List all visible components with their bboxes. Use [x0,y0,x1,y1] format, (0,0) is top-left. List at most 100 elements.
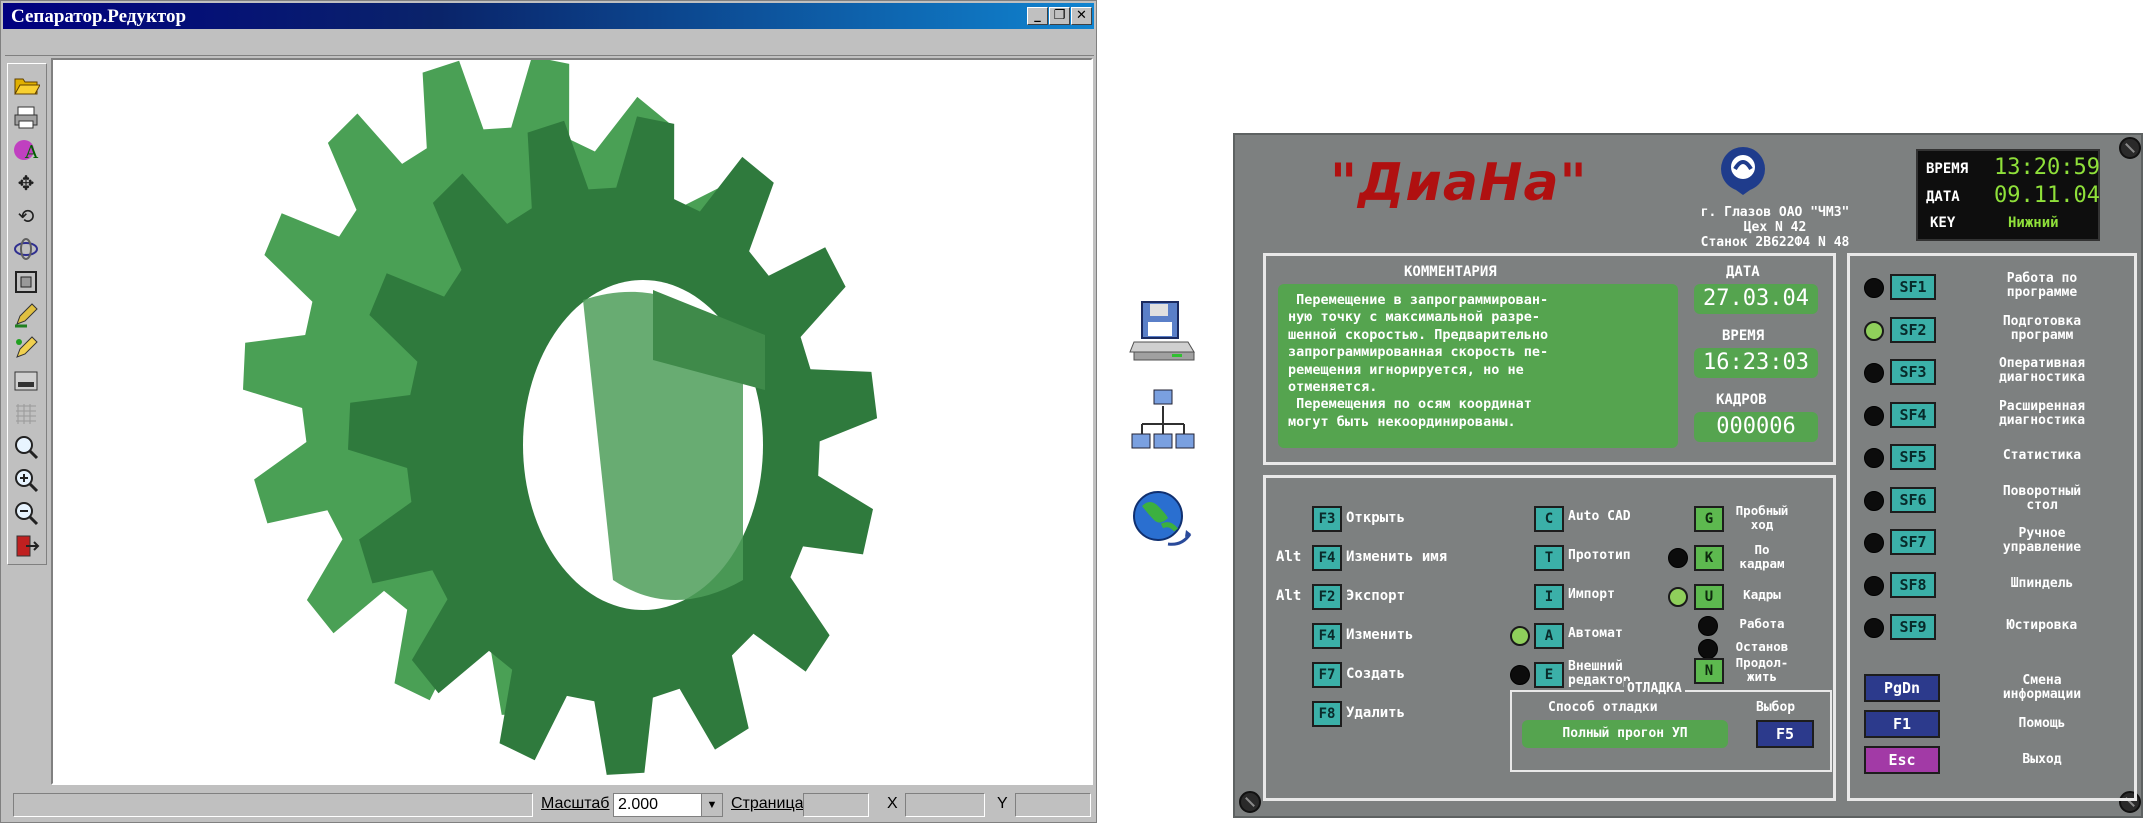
sf-item-label: Подготовка программ [2002,313,2082,343]
key-sf3-button[interactable]: SF3 [1890,359,1936,385]
run-item-label: Работа [1739,616,1785,631]
drawing-canvas[interactable] [51,56,1093,785]
run-item-label: Продол- жить [1735,655,1789,684]
x-coord-field [905,793,985,817]
key-t-button[interactable]: T [1534,545,1564,571]
debug-method-label: Способ отладки [1548,700,1658,715]
debug-method-value[interactable]: Полный прогон УП [1522,720,1728,748]
scale-combobox[interactable]: 2.000 ▼ [613,793,723,817]
key-i-button[interactable]: I [1534,584,1564,610]
zoom-in-icon[interactable] [12,466,40,494]
key-pgdn-button[interactable]: PgDn [1864,674,1940,702]
key-c-button[interactable]: C [1534,506,1564,532]
key-a-button[interactable]: A [1534,623,1564,649]
network-icon[interactable] [1128,386,1198,456]
clock-date-label: ДАТА [1926,189,1960,205]
menu-item-label: Изменить [1346,627,1414,643]
print-icon[interactable] [12,103,40,131]
debug-title: ОТЛАДКА [1624,681,1685,696]
company-shop: Цех N 42 [1743,220,1807,235]
menu-item-label: Экспорт [1346,588,1406,604]
key-esc-button[interactable]: Esc [1864,746,1940,774]
restore-button[interactable]: ❐ [1049,7,1070,25]
sf-item-label: Шпиндель [2010,575,2074,591]
open-folder-icon[interactable] [12,70,41,98]
key-f7-button[interactable]: F7 [1312,662,1342,688]
status-bar: Масштаб 2.000 ▼ Страница X Y [5,791,1094,819]
key-sf6-button[interactable]: SF6 [1890,486,1936,513]
run-item-label: Пробный ход [1735,503,1789,532]
globe-icon[interactable] [1128,486,1198,556]
key-sf5-button[interactable]: SF5 [1890,444,1936,470]
key-sf9-button[interactable]: SF9 [1890,614,1936,640]
clock-display: ВРЕМЯ 13:20:59 ДАТА 09.11.04 KEY Нижний [1916,149,2100,241]
orbit-icon[interactable] [12,235,40,263]
status-led-icon [1864,320,1884,341]
diana-logo: "ДиаНа" [1330,153,1588,213]
grid-icon[interactable] [12,400,40,428]
sf-item-label: Статистика [2002,448,2082,463]
title-bar[interactable]: Сепаратор.Редуктор _ ❐ ✕ [3,3,1094,29]
edit-icon[interactable] [12,334,40,362]
key-f3-button[interactable]: F3 [1312,506,1342,532]
screw-icon [1239,791,1261,813]
exit-icon[interactable] [12,532,40,560]
key-f5-button[interactable]: F5 [1756,720,1814,748]
key-e-button[interactable]: E [1534,662,1564,688]
menu-item-label: Auto CAD [1568,509,1631,524]
status-led-icon [1864,363,1884,383]
key-f4-button[interactable]: F4 [1312,545,1342,571]
debug-choice-label: Выбор [1756,700,1796,715]
minimize-button[interactable]: _ [1027,7,1048,25]
zoom-icon[interactable] [12,433,40,461]
function-keys-section: SF1 Работа по программе SF2 Подготовка прог… [1847,253,2137,801]
diana-panel: "ДиаНа" г. Глазов ОАО "ЧМЗ" Цех N 42 Ста… [1233,133,2143,818]
key-label: KEY [1930,215,1956,231]
clock-date-value: 09.11.04 [1994,183,2100,208]
bottom-item-label: Смена информации [2002,673,2082,702]
page-field [803,793,869,817]
text-style-icon[interactable]: A [12,136,40,164]
screen-icon[interactable] [12,367,40,395]
status-led-icon [1510,665,1530,685]
move-icon[interactable]: ✥ [12,169,40,197]
run-item-label: Останов [1735,639,1789,654]
frames-value: 000006 [1694,412,1818,442]
floppy-drive-icon[interactable] [1128,296,1198,366]
comments-text: Перемещение в запрограммирован-ную точку… [1278,284,1678,448]
status-message-pane [13,793,533,817]
status-led-icon [1668,548,1688,568]
time-value: 16:23:03 [1694,348,1818,378]
key-f8-button[interactable]: F8 [1312,701,1342,727]
key-sf2-button[interactable]: SF2 [1890,316,1936,343]
scale-value: 2.000 [618,796,659,813]
scale-label: Масштаб [541,795,610,812]
key-sf8-button[interactable]: SF8 [1890,571,1936,598]
pencil-icon[interactable] [12,301,40,329]
key-sf7-button[interactable]: SF7 [1890,529,1936,555]
frame-icon[interactable] [12,268,40,296]
menu-item-label: Автомат [1568,626,1623,641]
debug-section: ОТЛАДКА Способ отладки Полный прогон УП Выб… [1510,681,1832,772]
menu-item-label: Удалить [1346,705,1406,721]
rotate-icon[interactable]: ⟲ [12,202,40,230]
page-label: Страница [731,795,804,812]
comments-header: КОММЕНТАРИЯ [1404,264,1497,280]
status-led-icon [1510,626,1530,646]
key-f1-button[interactable]: F1 [1864,710,1940,738]
key-f2-button[interactable]: F2 [1312,584,1342,610]
company-emblem-icon [1715,143,1771,199]
chevron-down-icon[interactable]: ▼ [701,794,722,816]
status-led-icon [1864,405,1884,426]
key-f4-button[interactable]: F4 [1312,623,1342,649]
key-sf4-button[interactable]: SF4 [1890,401,1936,428]
zoom-out-icon[interactable] [12,499,40,527]
company-info: г. Глазов ОАО "ЧМЗ" Цех N 42 Станок 2В62… [1635,205,1915,250]
close-button[interactable]: ✕ [1071,7,1092,25]
key-sf1-button[interactable]: SF1 [1890,274,1936,300]
sf-item-label: Расширенная диагностика [1998,398,2086,428]
key-value: Нижний [2008,215,2059,231]
time-label: ВРЕМЯ [1722,328,1765,344]
status-led-icon [1864,490,1884,511]
company-machine: Станок 2В622Ф4 N 48 [1700,235,1850,250]
